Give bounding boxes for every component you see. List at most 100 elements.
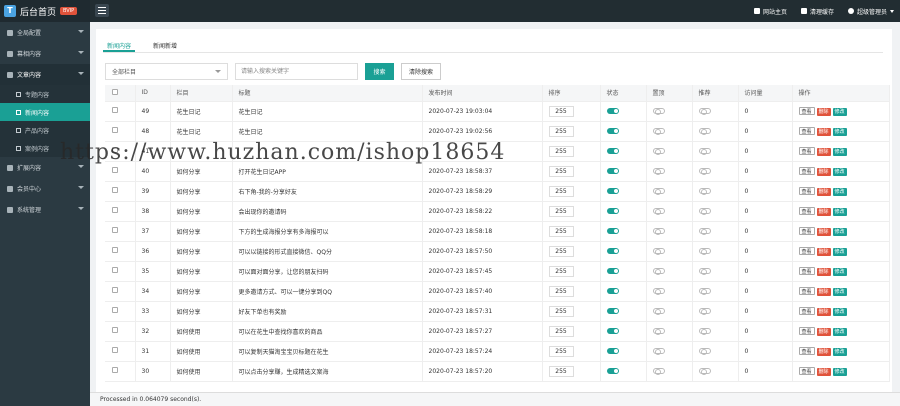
sort-input[interactable]: 255 xyxy=(548,105,574,117)
view-button[interactable]: 查看 xyxy=(798,226,815,235)
top-toggle[interactable] xyxy=(652,208,665,215)
status-toggle[interactable] xyxy=(606,108,619,114)
recommend-toggle[interactable] xyxy=(698,248,711,255)
recommend-toggle[interactable] xyxy=(698,268,711,275)
search-input[interactable] xyxy=(235,63,358,80)
column-select[interactable]: 全部栏目 xyxy=(105,63,228,80)
tab-news-add[interactable]: 新闻新增 xyxy=(149,37,181,52)
view-button[interactable]: 查看 xyxy=(798,306,815,315)
recommend-toggle[interactable] xyxy=(698,368,711,375)
view-button[interactable]: 查看 xyxy=(798,266,815,275)
row-checkbox[interactable] xyxy=(105,221,136,242)
row-checkbox[interactable] xyxy=(105,301,136,322)
status-toggle[interactable] xyxy=(606,268,619,274)
sort-input[interactable]: 255 xyxy=(548,185,574,197)
row-checkbox[interactable] xyxy=(105,261,136,282)
select-all-checkbox[interactable] xyxy=(105,85,136,102)
row-checkbox[interactable] xyxy=(105,141,136,162)
edit-button[interactable]: 修改 xyxy=(832,107,847,116)
recommend-toggle[interactable] xyxy=(698,148,711,155)
sort-input[interactable]: 255 xyxy=(548,305,574,317)
row-checkbox[interactable] xyxy=(105,321,136,342)
top-toggle[interactable] xyxy=(652,288,665,295)
status-toggle[interactable] xyxy=(606,148,619,154)
sidebar-item-system[interactable]: 系统管理 xyxy=(0,199,90,220)
sort-input[interactable]: 255 xyxy=(548,205,574,217)
delete-button[interactable]: 删除 xyxy=(816,207,831,216)
view-button[interactable]: 查看 xyxy=(798,186,815,195)
sidebar-item-articles[interactable]: 文章内容 xyxy=(0,64,90,85)
top-toggle[interactable] xyxy=(652,168,665,175)
brand[interactable]: T 后台首页 BVIP xyxy=(0,0,90,22)
edit-button[interactable]: 修改 xyxy=(832,247,847,256)
delete-button[interactable]: 删除 xyxy=(816,347,831,356)
row-checkbox[interactable] xyxy=(105,341,136,362)
sort-input[interactable]: 255 xyxy=(548,145,574,157)
status-toggle[interactable] xyxy=(606,348,619,354)
view-button[interactable]: 查看 xyxy=(798,146,815,155)
status-toggle[interactable] xyxy=(606,168,619,174)
status-toggle[interactable] xyxy=(606,128,619,134)
top-toggle[interactable] xyxy=(652,248,665,255)
status-toggle[interactable] xyxy=(606,208,619,214)
delete-button[interactable]: 删除 xyxy=(816,187,831,196)
recommend-toggle[interactable] xyxy=(698,128,711,135)
view-button[interactable]: 查看 xyxy=(798,286,815,295)
delete-button[interactable]: 删除 xyxy=(816,147,831,156)
delete-button[interactable]: 删除 xyxy=(816,327,831,336)
delete-button[interactable]: 删除 xyxy=(816,307,831,316)
edit-button[interactable]: 修改 xyxy=(832,347,847,356)
recommend-toggle[interactable] xyxy=(698,348,711,355)
sidebar-subitem-products[interactable]: 产品内容 xyxy=(0,121,90,139)
menu-toggle-button[interactable] xyxy=(95,4,109,17)
delete-button[interactable]: 删除 xyxy=(816,107,831,116)
site-home-link[interactable]: 网站主页 xyxy=(753,7,787,16)
top-toggle[interactable] xyxy=(652,308,665,315)
recommend-toggle[interactable] xyxy=(698,288,711,295)
sidebar-item-global-config[interactable]: 全局配置 xyxy=(0,22,90,43)
sort-input[interactable]: 255 xyxy=(548,265,574,277)
sidebar-item-content[interactable]: 幕相内容 xyxy=(0,43,90,64)
delete-button[interactable]: 删除 xyxy=(816,167,831,176)
sort-input[interactable]: 255 xyxy=(548,325,574,337)
view-button[interactable]: 查看 xyxy=(798,326,815,335)
tab-news-list[interactable]: 新闻内容 xyxy=(103,37,136,52)
row-checkbox[interactable] xyxy=(105,361,136,382)
recommend-toggle[interactable] xyxy=(698,208,711,215)
edit-button[interactable]: 修改 xyxy=(832,127,847,136)
top-toggle[interactable] xyxy=(652,148,665,155)
sort-input[interactable]: 255 xyxy=(548,225,574,237)
view-button[interactable]: 查看 xyxy=(798,346,815,355)
view-button[interactable]: 查看 xyxy=(798,206,815,215)
recommend-toggle[interactable] xyxy=(698,188,711,195)
edit-button[interactable]: 修改 xyxy=(832,207,847,216)
row-checkbox[interactable] xyxy=(105,201,136,222)
sidebar-subitem-news[interactable]: 新闻内容 xyxy=(0,103,90,121)
sidebar-subitem-topics[interactable]: 专题内容 xyxy=(0,85,90,103)
edit-button[interactable]: 修改 xyxy=(832,327,847,336)
delete-button[interactable]: 删除 xyxy=(816,287,831,296)
top-toggle[interactable] xyxy=(652,108,665,115)
view-button[interactable]: 查看 xyxy=(798,126,815,135)
top-toggle[interactable] xyxy=(652,188,665,195)
top-toggle[interactable] xyxy=(652,328,665,335)
status-toggle[interactable] xyxy=(606,308,619,314)
delete-button[interactable]: 删除 xyxy=(816,227,831,236)
sort-input[interactable]: 255 xyxy=(548,345,574,357)
top-toggle[interactable] xyxy=(652,128,665,135)
edit-button[interactable]: 修改 xyxy=(832,147,847,156)
row-checkbox[interactable] xyxy=(105,281,136,302)
top-toggle[interactable] xyxy=(652,368,665,375)
top-toggle[interactable] xyxy=(652,268,665,275)
top-toggle[interactable] xyxy=(652,348,665,355)
sidebar-item-extensions[interactable]: 扩展内容 xyxy=(0,157,90,178)
clear-search-button[interactable]: 清除搜索 xyxy=(401,63,441,80)
sidebar-subitem-cases[interactable]: 案例内容 xyxy=(0,139,90,157)
view-button[interactable]: 查看 xyxy=(798,106,815,115)
status-toggle[interactable] xyxy=(606,288,619,294)
delete-button[interactable]: 删除 xyxy=(816,367,831,376)
status-toggle[interactable] xyxy=(606,248,619,254)
sidebar-item-members[interactable]: 会员中心 xyxy=(0,178,90,199)
edit-button[interactable]: 修改 xyxy=(832,307,847,316)
status-toggle[interactable] xyxy=(606,368,619,374)
